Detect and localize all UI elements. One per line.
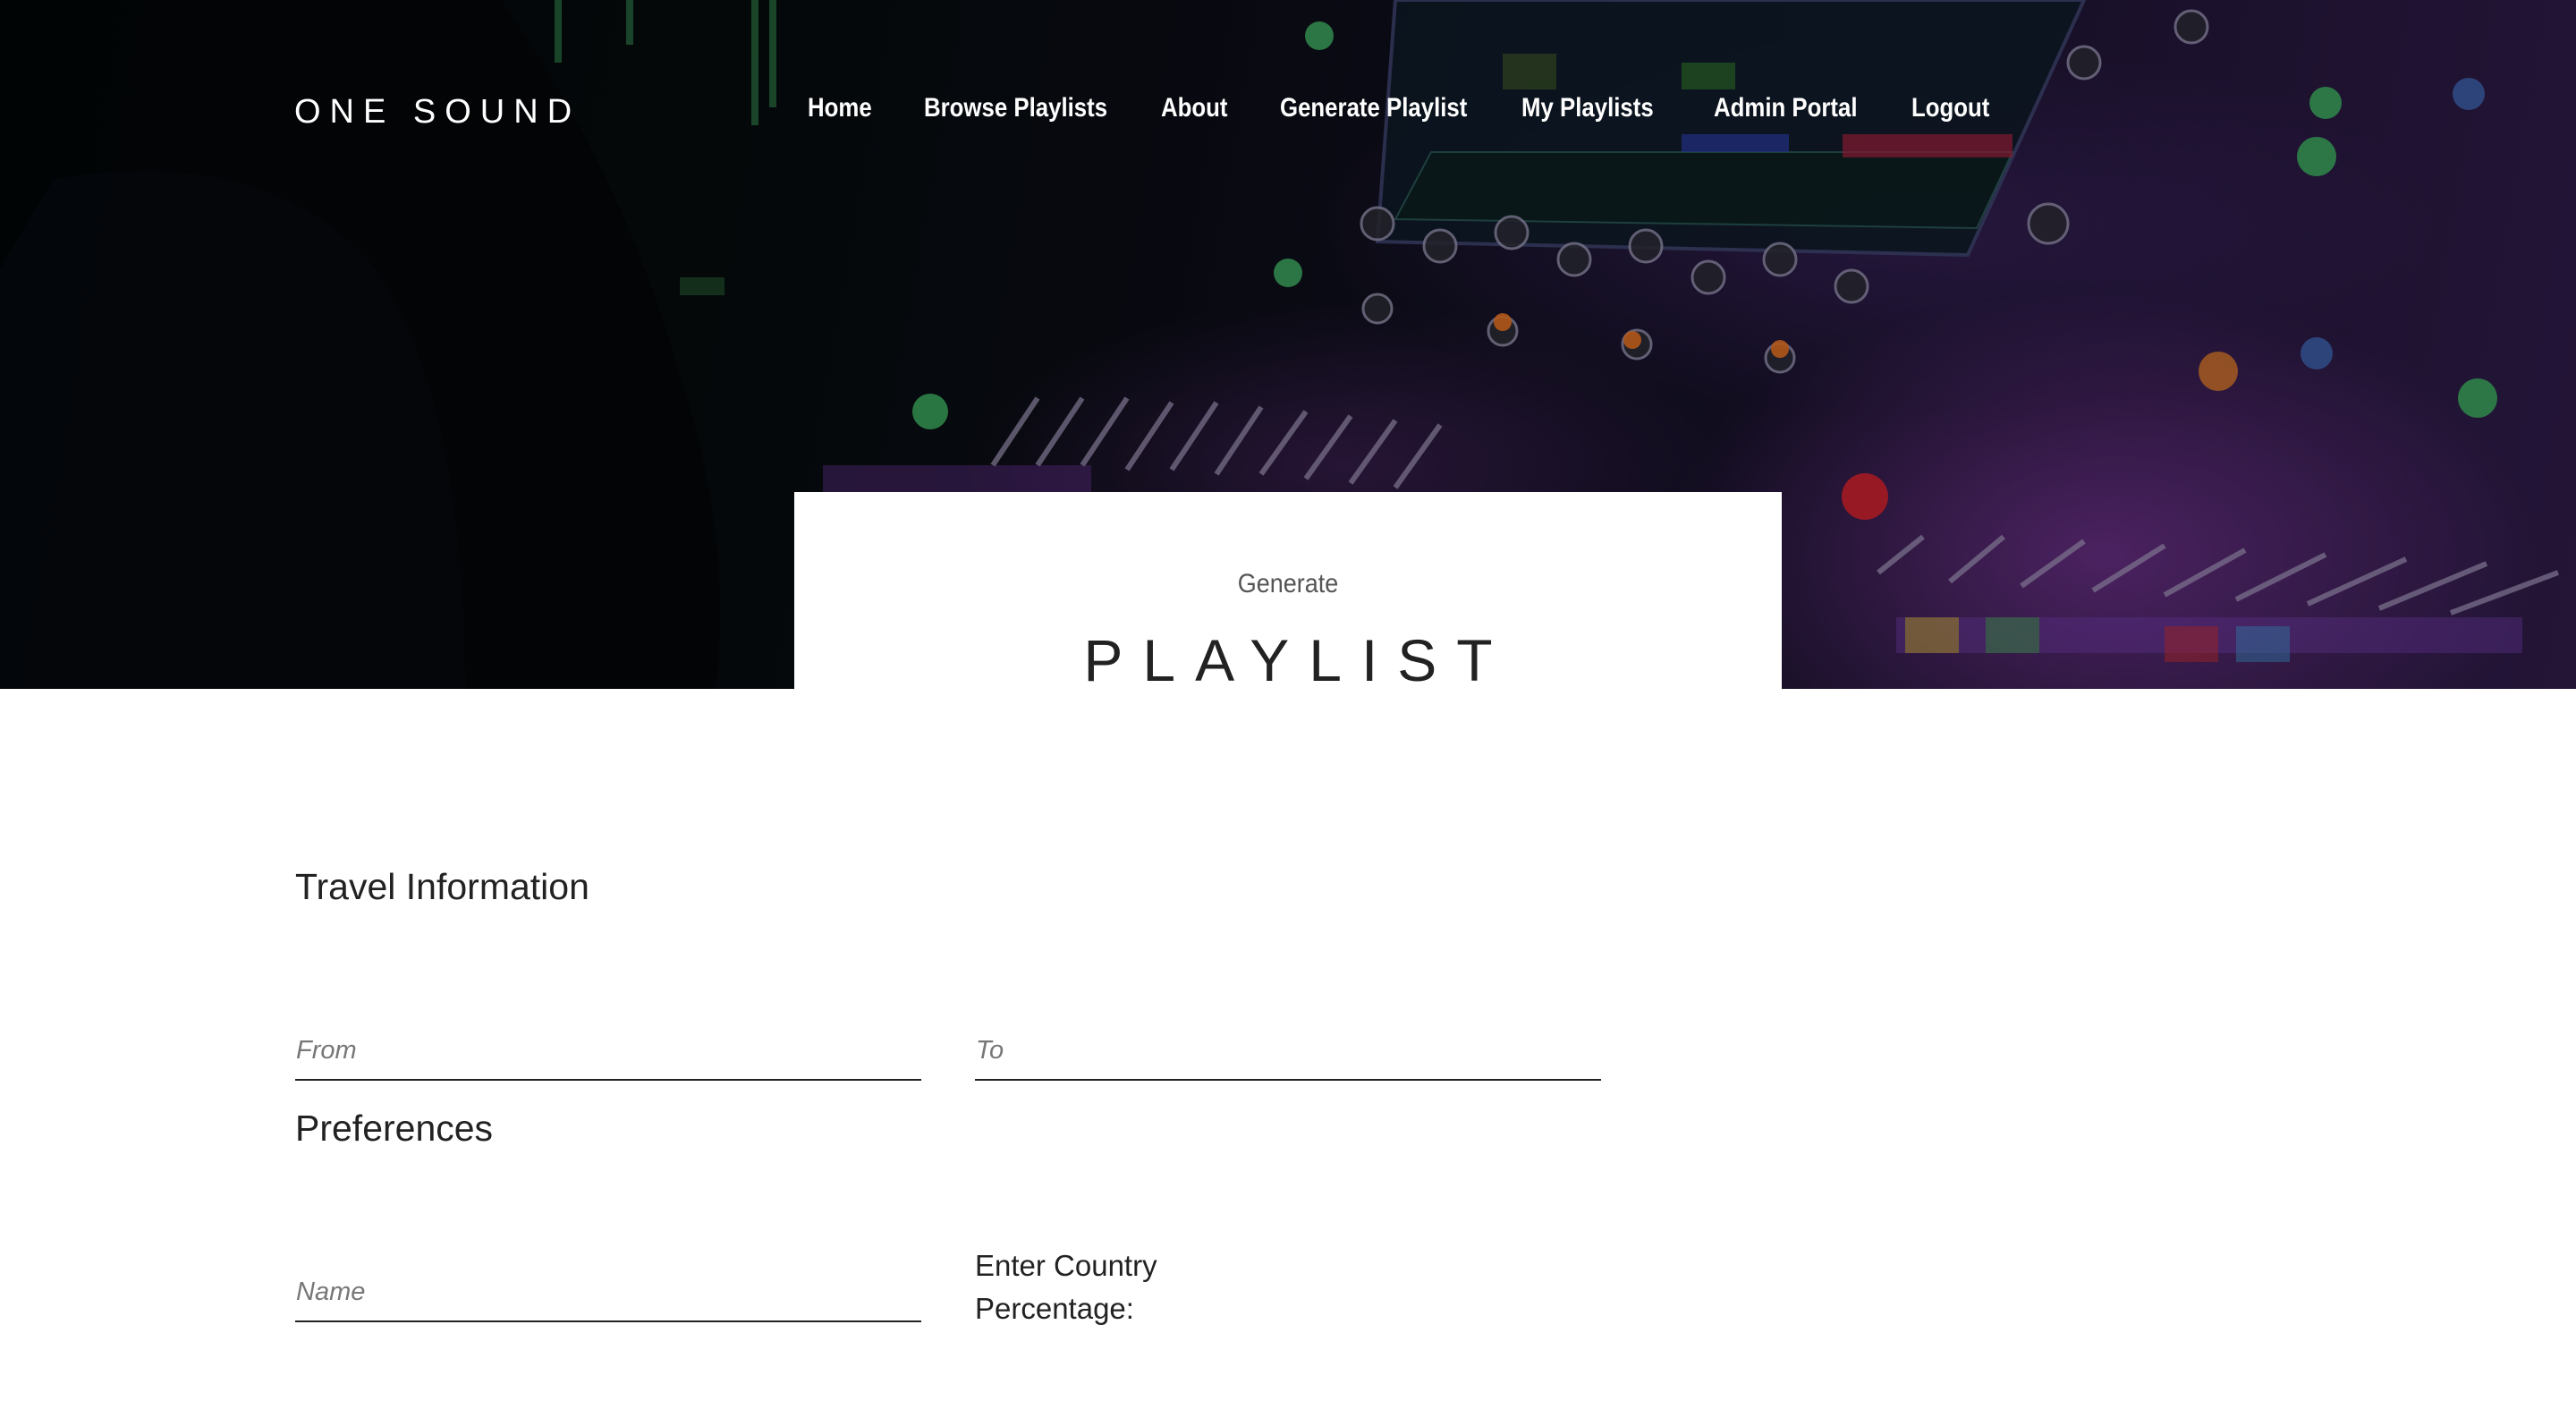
to-input[interactable] (975, 1027, 1601, 1081)
preferences-heading: Preferences (295, 1108, 494, 1149)
page-subtitle: Generate (1237, 569, 1339, 599)
travel-information-heading: Travel Information (295, 866, 589, 907)
nav-browse-playlists[interactable]: Browse Playlists (924, 93, 1107, 123)
nav-about[interactable]: About (1161, 93, 1228, 123)
nav-home[interactable]: Home (808, 93, 872, 123)
from-input[interactable] (295, 1027, 921, 1081)
country-percentage-label: Enter Country Percentage: (975, 1249, 1157, 1325)
nav-admin-portal[interactable]: Admin Portal (1714, 93, 1858, 123)
page-title: PLAYLIST (1083, 627, 1513, 693)
nav-logout[interactable]: Logout (1911, 93, 1989, 123)
nav-generate-playlist[interactable]: Generate Playlist (1280, 93, 1467, 123)
nav-my-playlists[interactable]: My Playlists (1521, 93, 1654, 123)
page-title-card: Generate PLAYLIST (794, 492, 1782, 693)
brand-logo[interactable]: ONE SOUND (294, 93, 580, 132)
name-input[interactable] (295, 1269, 921, 1322)
